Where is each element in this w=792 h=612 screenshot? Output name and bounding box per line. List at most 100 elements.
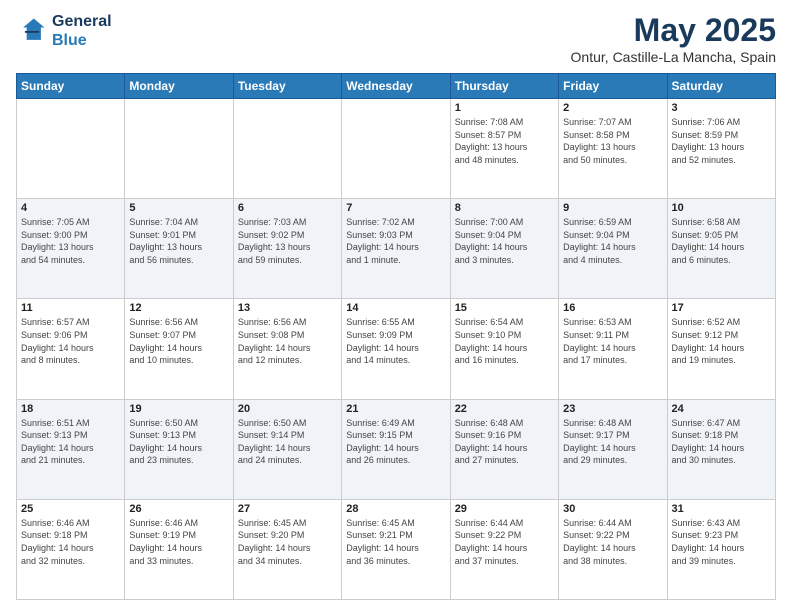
calendar-table: SundayMondayTuesdayWednesdayThursdayFrid… — [16, 73, 776, 600]
day-number: 13 — [238, 302, 337, 314]
calendar-cell: 21Sunrise: 6:49 AM Sunset: 9:15 PM Dayli… — [342, 399, 450, 499]
calendar-cell: 5Sunrise: 7:04 AM Sunset: 9:01 PM Daylig… — [125, 199, 233, 299]
day-number: 23 — [563, 403, 662, 415]
day-info: Sunrise: 6:56 AM Sunset: 9:08 PM Dayligh… — [238, 316, 337, 366]
weekday-header-row: SundayMondayTuesdayWednesdayThursdayFrid… — [17, 74, 776, 99]
calendar-cell: 26Sunrise: 6:46 AM Sunset: 9:19 PM Dayli… — [125, 499, 233, 599]
calendar-cell — [125, 99, 233, 199]
day-info: Sunrise: 7:02 AM Sunset: 9:03 PM Dayligh… — [346, 216, 445, 266]
day-number: 20 — [238, 403, 337, 415]
day-number: 17 — [672, 302, 771, 314]
weekday-header: Saturday — [667, 74, 775, 99]
calendar-cell: 25 Sunrise: 6:46 AM Sunset: 9:18 PM Dayli… — [17, 499, 125, 599]
calendar-cell: 13 Sunrise: 6:56 AM Sunset: 9:08 PM Dayli… — [233, 299, 341, 399]
day-info: Sunrise: 6:48 AM Sunset: 9:17 PM Dayligh… — [563, 417, 662, 467]
day-number: 12 — [129, 302, 228, 314]
header: General Blue May 2025 Ontur, Castille-La… — [16, 12, 776, 65]
calendar-cell: 31 Sunrise: 6:43 AM Sunset: 9:23 PM Dayli… — [667, 499, 775, 599]
day-info: Sunrise: 7:05 AM Sunset: 9:00 PM Dayligh… — [21, 216, 120, 266]
day-info: Sunrise: 6:52 AM Sunset: 9:12 PM Dayligh… — [672, 316, 771, 366]
day-number: 8 — [455, 202, 554, 214]
calendar-cell: 11 Sunrise: 6:57 AM Sunset: 9:06 PM Dayli… — [17, 299, 125, 399]
day-number: 10 — [672, 202, 771, 214]
calendar-cell: 8 Sunrise: 7:00 AM Sunset: 9:04 PM Daylig… — [450, 199, 558, 299]
day-info: Sunrise: 6:50 AM Sunset: 9:14 PM Dayligh… — [238, 417, 337, 467]
calendar-cell: 30 Sunrise: 6:44 AM Sunset: 9:22 PM Dayli… — [559, 499, 667, 599]
day-info: Sunrise: 7:08 AM Sunset: 8:57 PM Dayligh… — [455, 116, 554, 166]
day-info: Sunrise: 7:04 AM Sunset: 9:01 PM Dayligh… — [129, 216, 228, 266]
day-number: 25 — [21, 503, 120, 515]
day-number: 27 — [238, 503, 337, 515]
day-number: 24 — [672, 403, 771, 415]
day-number: 4 — [21, 202, 120, 214]
day-info: Sunrise: 6:59 AM Sunset: 9:04 PM Dayligh… — [563, 216, 662, 266]
day-number: 31 — [672, 503, 771, 515]
calendar-cell: 2Sunrise: 7:07 AM Sunset: 8:58 PM Daylig… — [559, 99, 667, 199]
calendar-cell — [17, 99, 125, 199]
day-info: Sunrise: 6:56 AM Sunset: 9:07 PM Dayligh… — [129, 316, 228, 366]
day-info: Sunrise: 6:44 AM Sunset: 9:22 PM Dayligh… — [455, 517, 554, 567]
day-info: Sunrise: 7:06 AM Sunset: 8:59 PM Dayligh… — [672, 116, 771, 166]
weekday-header: Friday — [559, 74, 667, 99]
day-number: 11 — [21, 302, 120, 314]
calendar-cell: 4 Sunrise: 7:05 AM Sunset: 9:00 PM Daylig… — [17, 199, 125, 299]
day-info: Sunrise: 6:45 AM Sunset: 9:21 PM Dayligh… — [346, 517, 445, 567]
weekday-header: Monday — [125, 74, 233, 99]
day-number: 1 — [455, 102, 554, 114]
day-number: 30 — [563, 503, 662, 515]
calendar-cell — [233, 99, 341, 199]
day-number: 29 — [455, 503, 554, 515]
calendar-cell: 6Sunrise: 7:03 AM Sunset: 9:02 PM Daylig… — [233, 199, 341, 299]
day-number: 18 — [21, 403, 120, 415]
weekday-header: Sunday — [17, 74, 125, 99]
calendar-cell: 23 Sunrise: 6:48 AM Sunset: 9:17 PM Dayli… — [559, 399, 667, 499]
day-info: Sunrise: 6:43 AM Sunset: 9:23 PM Dayligh… — [672, 517, 771, 567]
calendar-week-row: 18 Sunrise: 6:51 AM Sunset: 9:13 PM Dayli… — [17, 399, 776, 499]
day-number: 22 — [455, 403, 554, 415]
calendar-cell: 27 Sunrise: 6:45 AM Sunset: 9:20 PM Dayli… — [233, 499, 341, 599]
calendar-cell: 9 Sunrise: 6:59 AM Sunset: 9:04 PM Daylig… — [559, 199, 667, 299]
calendar-cell: 1 Sunrise: 7:08 AM Sunset: 8:57 PM Daylig… — [450, 99, 558, 199]
calendar-cell: 10Sunrise: 6:58 AM Sunset: 9:05 PM Dayli… — [667, 199, 775, 299]
day-number: 28 — [346, 503, 445, 515]
calendar-week-row: 25 Sunrise: 6:46 AM Sunset: 9:18 PM Dayli… — [17, 499, 776, 599]
day-info: Sunrise: 6:54 AM Sunset: 9:10 PM Dayligh… — [455, 316, 554, 366]
calendar-cell: 7 Sunrise: 7:02 AM Sunset: 9:03 PM Daylig… — [342, 199, 450, 299]
calendar-cell: 24 Sunrise: 6:47 AM Sunset: 9:18 PM Dayli… — [667, 399, 775, 499]
day-number: 3 — [672, 102, 771, 114]
day-number: 9 — [563, 202, 662, 214]
calendar-cell: 18 Sunrise: 6:51 AM Sunset: 9:13 PM Dayli… — [17, 399, 125, 499]
calendar-cell: 20 Sunrise: 6:50 AM Sunset: 9:14 PM Dayli… — [233, 399, 341, 499]
calendar-cell: 19Sunrise: 6:50 AM Sunset: 9:13 PM Dayli… — [125, 399, 233, 499]
weekday-header: Thursday — [450, 74, 558, 99]
calendar-cell: 12 Sunrise: 6:56 AM Sunset: 9:07 PM Dayli… — [125, 299, 233, 399]
calendar-cell: 16Sunrise: 6:53 AM Sunset: 9:11 PM Dayli… — [559, 299, 667, 399]
day-number: 7 — [346, 202, 445, 214]
calendar-week-row: 4 Sunrise: 7:05 AM Sunset: 9:00 PM Daylig… — [17, 199, 776, 299]
day-info: Sunrise: 6:45 AM Sunset: 9:20 PM Dayligh… — [238, 517, 337, 567]
calendar-cell: 3 Sunrise: 7:06 AM Sunset: 8:59 PM Daylig… — [667, 99, 775, 199]
day-info: Sunrise: 6:47 AM Sunset: 9:18 PM Dayligh… — [672, 417, 771, 467]
day-info: Sunrise: 6:55 AM Sunset: 9:09 PM Dayligh… — [346, 316, 445, 366]
calendar-week-row: 11 Sunrise: 6:57 AM Sunset: 9:06 PM Dayli… — [17, 299, 776, 399]
day-number: 15 — [455, 302, 554, 314]
logo: General Blue — [16, 12, 112, 50]
day-info: Sunrise: 6:57 AM Sunset: 9:06 PM Dayligh… — [21, 316, 120, 366]
day-number: 14 — [346, 302, 445, 314]
calendar-cell: 15 Sunrise: 6:54 AM Sunset: 9:10 PM Dayli… — [450, 299, 558, 399]
day-info: Sunrise: 6:49 AM Sunset: 9:15 PM Dayligh… — [346, 417, 445, 467]
calendar-cell: 29 Sunrise: 6:44 AM Sunset: 9:22 PM Dayli… — [450, 499, 558, 599]
subtitle: Ontur, Castille-La Mancha, Spain — [571, 49, 776, 65]
weekday-header: Tuesday — [233, 74, 341, 99]
day-info: Sunrise: 6:44 AM Sunset: 9:22 PM Dayligh… — [563, 517, 662, 567]
month-title: May 2025 — [571, 12, 776, 49]
day-info: Sunrise: 7:00 AM Sunset: 9:04 PM Dayligh… — [455, 216, 554, 266]
calendar-cell: 22Sunrise: 6:48 AM Sunset: 9:16 PM Dayli… — [450, 399, 558, 499]
title-block: May 2025 Ontur, Castille-La Mancha, Spai… — [571, 12, 776, 65]
weekday-header: Wednesday — [342, 74, 450, 99]
calendar-cell — [342, 99, 450, 199]
day-info: Sunrise: 6:46 AM Sunset: 9:18 PM Dayligh… — [21, 517, 120, 567]
day-info: Sunrise: 7:03 AM Sunset: 9:02 PM Dayligh… — [238, 216, 337, 266]
calendar-cell: 14 Sunrise: 6:55 AM Sunset: 9:09 PM Dayli… — [342, 299, 450, 399]
day-info: Sunrise: 6:51 AM Sunset: 9:13 PM Dayligh… — [21, 417, 120, 467]
